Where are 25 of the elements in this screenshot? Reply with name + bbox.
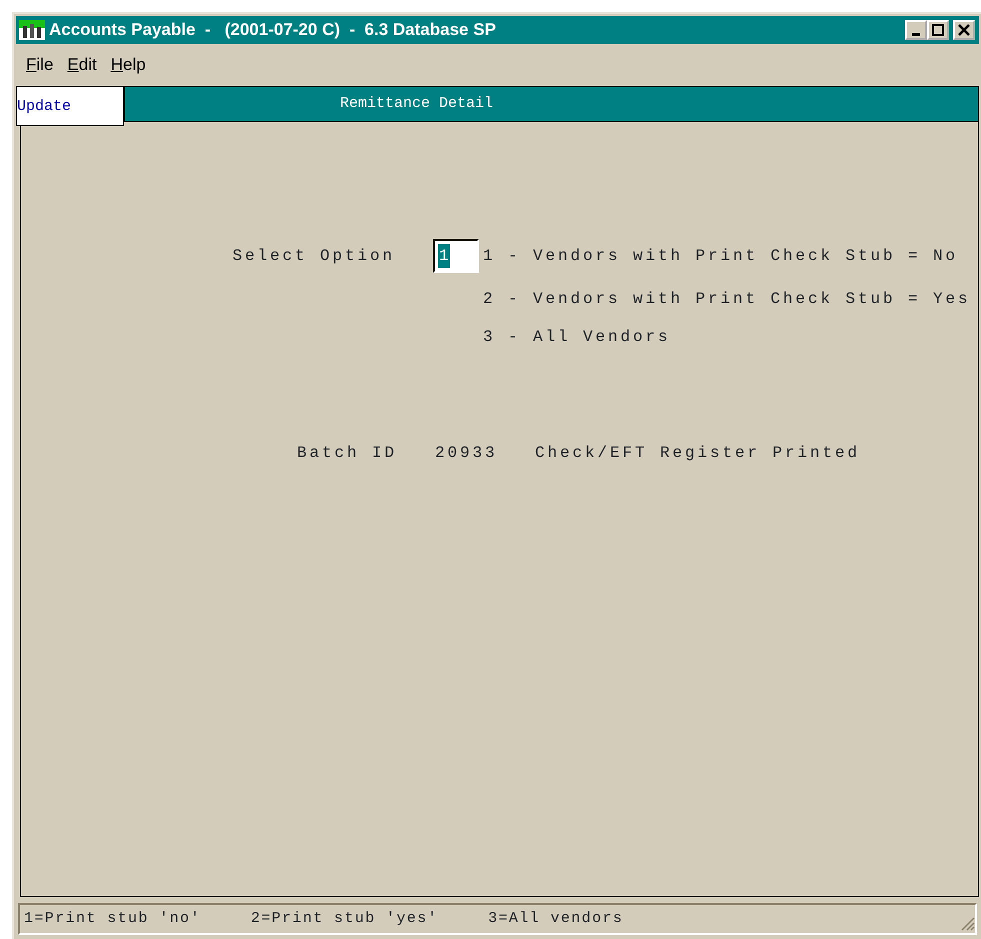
option-text: 1 - Vendors with Print Check Stub = No — [483, 246, 960, 267]
option-text: 3 - All Vendors — [483, 327, 672, 348]
maximize-button[interactable] — [927, 20, 949, 40]
mode-label: Update — [16, 86, 124, 126]
close-icon — [958, 24, 970, 36]
app-icon — [18, 19, 46, 41]
maximize-icon — [932, 24, 944, 36]
status-text: 1=Print stub 'no' — [24, 908, 201, 929]
option-text: 2 - Vendors with Print Check Stub = Yes — [483, 289, 972, 310]
minimize-icon — [912, 32, 920, 36]
field-label: Select Option — [231, 246, 396, 267]
batch-id-value: 20933 — [435, 443, 499, 464]
menu-item[interactable]: Edit — [67, 52, 97, 86]
option-field[interactable]: 1 — [433, 239, 479, 273]
status-text: 2=Print stub 'yes' — [250, 908, 438, 929]
menu-item[interactable]: File — [26, 52, 54, 86]
resize-grip-icon[interactable] — [959, 915, 975, 931]
minimize-button[interactable] — [905, 20, 927, 40]
window-title: Accounts Payable - (2001-07-20 C) - 6.3 Database SP — [49, 19, 496, 42]
batch-status-text: Check/EFT Register Printed — [535, 443, 862, 464]
screen-title-bar: Remittance Detail — [124, 86, 979, 122]
menu-item[interactable]: Help — [110, 52, 146, 86]
status-text: 3=All vendors — [488, 908, 624, 929]
field-label: Batch ID — [296, 443, 398, 464]
close-button[interactable] — [953, 20, 975, 40]
